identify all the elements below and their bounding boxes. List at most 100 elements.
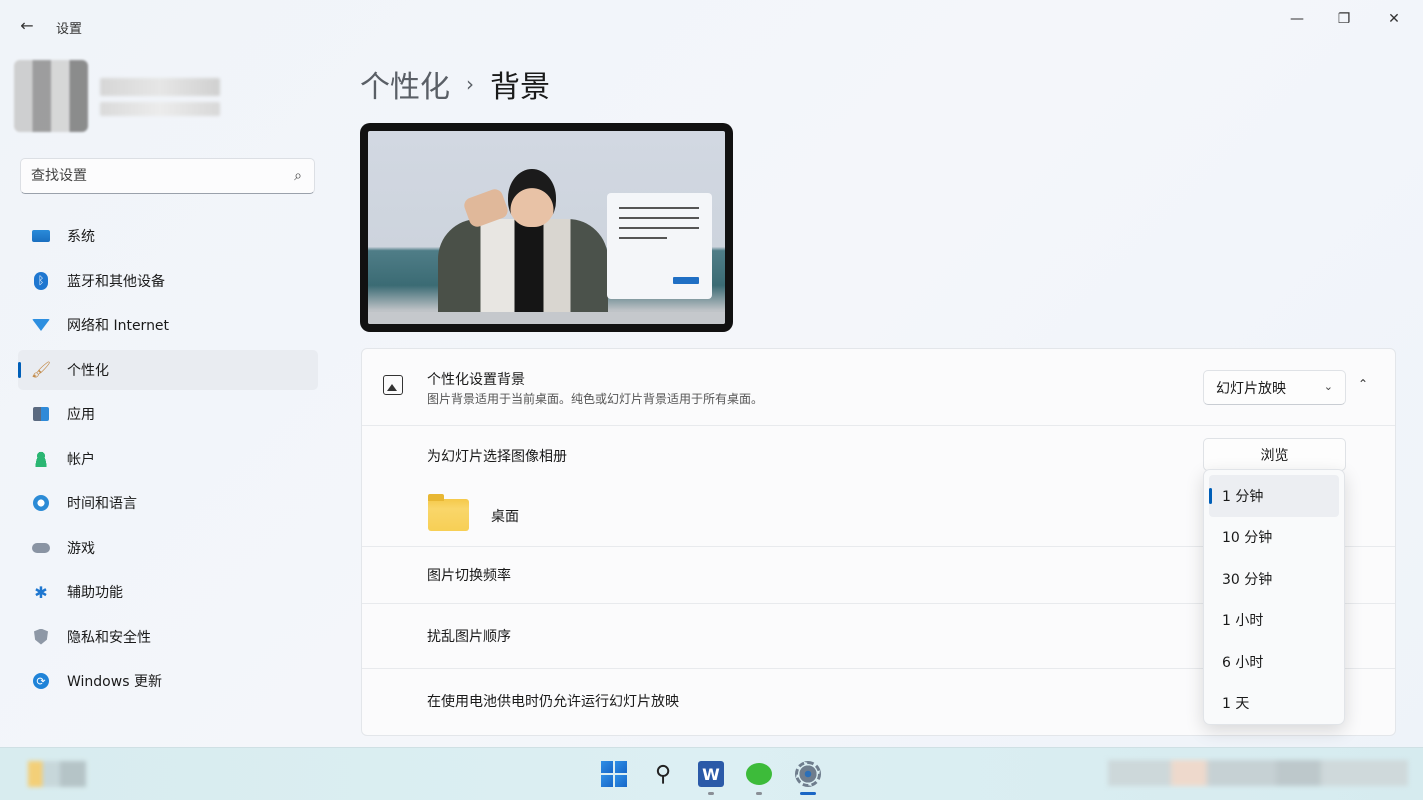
word-icon: W [698, 761, 724, 787]
preview-button [673, 277, 699, 284]
frequency-option[interactable]: 30 分钟 [1209, 558, 1339, 600]
frequency-menu: 1 分钟 10 分钟 30 分钟 1 小时 6 小时 1 天 [1203, 469, 1345, 725]
dropdown-value: 幻灯片放映 [1216, 380, 1286, 397]
close-button[interactable]: ✕ [1372, 6, 1416, 32]
start-button[interactable] [598, 758, 630, 790]
app-title: 设置 [56, 22, 83, 37]
sidebar-item-label: 蓝牙和其他设备 [67, 273, 165, 290]
active-app-indicator [800, 792, 816, 795]
preview-text-line [619, 207, 699, 209]
sidebar-nav: 系统 ᛒ 蓝牙和其他设备 网络和 Internet 🖌 个性化 应用 帐户 时间… [18, 216, 318, 706]
frequency-option[interactable]: 1 天 [1209, 683, 1339, 725]
wechat-icon [746, 763, 772, 785]
frequency-option[interactable]: 10 分钟 [1209, 517, 1339, 559]
breadcrumb: 个性化 › 背景 [360, 62, 550, 106]
background-title: 个性化设置背景 [427, 372, 525, 388]
sidebar-item-windows-update[interactable]: ⟳ Windows 更新 [18, 661, 318, 701]
wallpaper-person-body [438, 219, 608, 319]
system-tray-blurred[interactable] [1108, 760, 1408, 786]
battery-label: 在使用电池供电时仍允许运行幻灯片放映 [427, 694, 679, 710]
chevron-up-icon[interactable]: ⌃ [1358, 377, 1368, 391]
gear-icon [795, 761, 821, 787]
sidebar-item-bluetooth[interactable]: ᛒ 蓝牙和其他设备 [18, 261, 318, 301]
back-button[interactable]: ← [14, 12, 40, 38]
chevron-right-icon: › [466, 72, 474, 96]
back-arrow-icon: ← [20, 15, 34, 35]
sidebar-item-label: 系统 [67, 229, 95, 245]
image-icon [383, 375, 403, 395]
sidebar-item-label: 游戏 [67, 540, 95, 557]
preview-text-line [619, 217, 699, 219]
sidebar-item-system[interactable]: 系统 [18, 216, 318, 256]
sidebar-item-personalization[interactable]: 🖌 个性化 [18, 349, 318, 390]
search-input[interactable] [21, 159, 261, 193]
apps-icon [32, 405, 50, 423]
taskbar: ⚲ W [0, 747, 1423, 800]
profile-email-blurred [100, 102, 220, 116]
profile-name-blurred [100, 78, 220, 96]
running-indicator [708, 792, 714, 795]
maximize-button[interactable]: ❐ [1322, 6, 1366, 32]
windows-logo-icon [601, 761, 627, 787]
sidebar-item-label: 个性化 [67, 362, 109, 379]
preview-text-line [619, 237, 667, 239]
close-icon: ✕ [1388, 11, 1400, 27]
search-box[interactable]: ⌕ [20, 158, 315, 194]
minimize-icon: — [1290, 11, 1304, 27]
chevron-down-icon: ⌄ [1323, 380, 1333, 393]
folder-icon [428, 494, 469, 531]
taskbar-widget-blurred[interactable] [28, 761, 86, 787]
account-icon [32, 450, 50, 468]
background-card-header[interactable]: 个性化设置背景 图片背景适用于当前桌面。纯色或幻灯片背景适用于所有桌面。 幻灯片… [362, 349, 1395, 426]
word-app-button[interactable]: W [695, 758, 727, 790]
background-description: 图片背景适用于当前桌面。纯色或幻灯片背景适用于所有桌面。 [427, 392, 764, 406]
page-title: 背景 [490, 70, 550, 105]
browse-button[interactable]: 浏览 [1203, 438, 1346, 471]
search-icon[interactable]: ⌕ [294, 168, 302, 184]
preview-taskbar [368, 312, 725, 324]
accessibility-icon: ✱ [34, 582, 48, 602]
frequency-option[interactable]: 6 小时 [1209, 641, 1339, 683]
wallpaper-preview [368, 131, 725, 324]
sidebar-item-privacy[interactable]: 隐私和安全性 [18, 617, 318, 657]
taskbar-search-icon[interactable]: ⚲ [647, 758, 679, 790]
sidebar-item-label: Windows 更新 [67, 674, 162, 690]
frequency-option[interactable]: 1 分钟 [1209, 475, 1339, 517]
folder-label: 桌面 [491, 509, 519, 525]
time-language-icon [32, 494, 50, 512]
sidebar-item-apps[interactable]: 应用 [18, 394, 318, 434]
sidebar-item-time-language[interactable]: 时间和语言 [18, 483, 318, 523]
update-icon: ⟳ [32, 672, 50, 690]
sidebar-item-label: 隐私和安全性 [67, 629, 151, 646]
avatar[interactable] [14, 60, 88, 132]
sidebar-item-label: 网络和 Internet [67, 318, 170, 334]
brush-icon: 🖌 [30, 360, 52, 379]
background-type-dropdown[interactable]: 幻灯片放映 ⌄ [1203, 370, 1346, 405]
minimize-button[interactable]: — [1275, 6, 1319, 32]
sidebar-item-label: 时间和语言 [67, 496, 137, 512]
system-icon [32, 227, 50, 245]
frequency-label: 图片切换频率 [427, 568, 511, 584]
sidebar-item-label: 辅助功能 [67, 585, 123, 601]
running-indicator [756, 792, 762, 795]
gaming-icon [32, 539, 50, 557]
sidebar-item-label: 应用 [67, 407, 95, 423]
preview-window [607, 193, 712, 299]
breadcrumb-parent[interactable]: 个性化 [360, 62, 450, 106]
sidebar-item-label: 帐户 [67, 451, 95, 468]
sidebar-item-accounts[interactable]: 帐户 [18, 439, 318, 479]
title-bar: ← 设置 — ❐ ✕ [0, 0, 1423, 52]
sidebar-item-accessibility[interactable]: ✱ 辅助功能 [18, 572, 318, 612]
frequency-option[interactable]: 1 小时 [1209, 600, 1339, 642]
settings-app-button[interactable] [792, 758, 824, 790]
wechat-app-button[interactable] [743, 758, 775, 790]
shield-icon [32, 628, 50, 646]
wallpaper-person-head [508, 169, 556, 227]
sidebar-item-gaming[interactable]: 游戏 [18, 528, 318, 568]
bluetooth-icon: ᛒ [32, 271, 50, 290]
album-label: 为幻灯片选择图像相册 [427, 449, 567, 465]
sidebar-item-network[interactable]: 网络和 Internet [18, 305, 318, 345]
preview-text-line [619, 227, 699, 229]
desktop-preview [360, 123, 733, 332]
maximize-icon: ❐ [1337, 11, 1351, 27]
